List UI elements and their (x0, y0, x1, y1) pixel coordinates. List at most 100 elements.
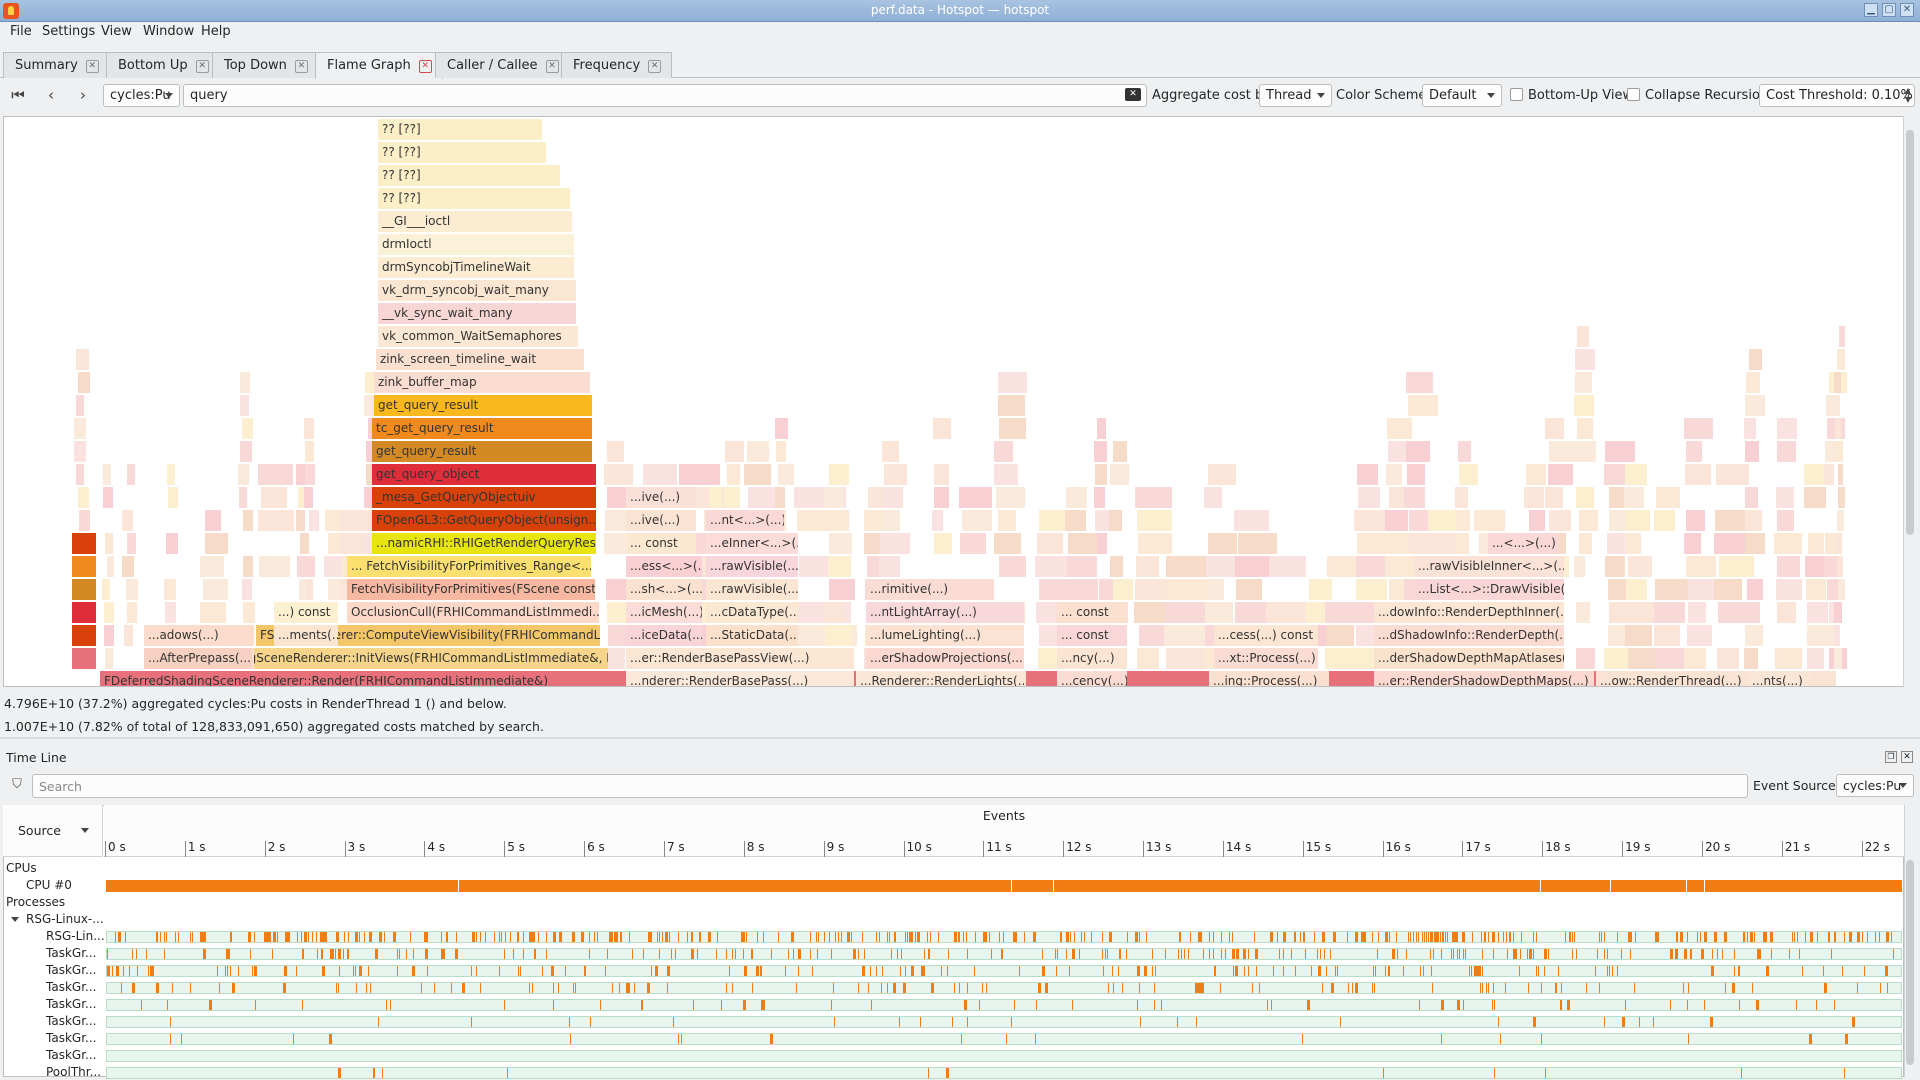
flame-frame[interactable] (240, 395, 249, 416)
flame-frame[interactable] (1134, 602, 1169, 623)
flame-frame[interactable] (998, 395, 1025, 416)
flame-frame[interactable] (1715, 510, 1746, 531)
flame-frame[interactable] (1837, 349, 1845, 370)
flame-frame[interactable]: ...sh<...>(...) (626, 579, 702, 600)
flame-frame[interactable] (1139, 625, 1165, 646)
flame-frame[interactable] (829, 579, 855, 600)
aggregate-select[interactable]: Thread (1259, 84, 1332, 107)
flame-frame[interactable] (1269, 556, 1306, 577)
flame-frame[interactable] (1745, 441, 1759, 462)
flame-frame[interactable] (1137, 648, 1159, 669)
menu-settings[interactable]: Settings (42, 24, 95, 39)
flame-frame[interactable] (1097, 533, 1107, 554)
flame-frame[interactable] (1714, 533, 1746, 554)
flame-frame[interactable] (1839, 326, 1845, 347)
flame-frame[interactable] (1746, 372, 1760, 393)
flame-frame[interactable] (1835, 441, 1843, 462)
flame-frame[interactable] (1837, 556, 1843, 577)
flame-frame-match[interactable]: __GI___ioctl (378, 211, 572, 232)
flame-frame[interactable] (261, 487, 287, 508)
expand-arrow-icon[interactable] (11, 917, 19, 922)
flame-frame[interactable] (1777, 441, 1796, 462)
flame-frame[interactable] (824, 602, 845, 623)
flame-frame[interactable] (76, 395, 84, 416)
flame-frame-match[interactable]: drmIoctl (378, 234, 574, 255)
flame-frame[interactable] (1235, 602, 1266, 623)
flame-frame[interactable] (1424, 533, 1458, 554)
flame-frame[interactable] (1386, 464, 1402, 485)
flame-frame[interactable] (1745, 625, 1763, 646)
thread-lane[interactable] (106, 931, 1902, 943)
flame-frame[interactable] (1137, 510, 1172, 531)
tab-bottom-up[interactable]: Bottom Up ✕ (106, 52, 220, 78)
flame-frame[interactable] (167, 464, 175, 485)
flame-frame[interactable] (1834, 372, 1841, 393)
flame-frame[interactable] (608, 648, 625, 669)
forward-icon[interactable]: › (73, 86, 93, 106)
tab-summary[interactable]: Summary ✕ (3, 52, 110, 78)
flame-frame[interactable] (1113, 441, 1127, 462)
timeline-row-label[interactable]: TaskGr... (46, 1014, 96, 1028)
flame-frame[interactable] (239, 487, 247, 508)
close-tab-icon[interactable]: ✕ (418, 60, 432, 73)
flame-frame[interactable] (1138, 533, 1172, 554)
flame-frame[interactable] (79, 510, 90, 531)
panel-splitter[interactable] (0, 737, 1920, 739)
flame-frame[interactable] (709, 487, 722, 508)
thread-lane[interactable] (106, 1033, 1902, 1045)
flame-frame[interactable] (1428, 510, 1459, 531)
flame-frame[interactable] (1656, 487, 1680, 508)
flame-frame[interactable] (960, 533, 986, 554)
flame-frame[interactable] (1409, 510, 1430, 531)
flame-frame[interactable] (1097, 418, 1106, 439)
timeline-row-label[interactable]: TaskGr... (46, 980, 96, 994)
flame-frame[interactable] (1095, 464, 1107, 485)
flame-frame[interactable] (1684, 648, 1706, 669)
thread-lane[interactable] (106, 948, 1902, 960)
flame-frame-match[interactable]: _mesa_GetQueryObjectuiv (372, 487, 596, 508)
timeline-row-label[interactable]: Processes (6, 895, 65, 909)
flame-frame[interactable] (607, 487, 627, 508)
timeline-row-label[interactable]: CPUs (6, 861, 37, 875)
flame-frame[interactable] (300, 533, 309, 554)
flame-frame[interactable] (304, 487, 313, 508)
flame-frame[interactable] (1388, 441, 1408, 462)
flame-frame[interactable] (1545, 487, 1563, 508)
flamegraph-scroll-thumb[interactable] (1906, 130, 1914, 535)
flame-frame[interactable] (1654, 625, 1680, 646)
flame-frame[interactable] (1777, 556, 1800, 577)
flame-frame[interactable] (1309, 579, 1332, 600)
flame-frame[interactable] (1776, 579, 1802, 600)
flame-frame[interactable] (103, 464, 111, 485)
flame-frame[interactable]: ...ess<...>(...) (626, 556, 702, 577)
flame-frame[interactable] (1824, 625, 1834, 646)
flame-frame[interactable] (1685, 464, 1711, 485)
flame-frame[interactable] (1389, 579, 1405, 600)
flame-frame[interactable]: ...er::RenderShadowDepthMaps(...) (1374, 671, 1594, 686)
flame-frame[interactable] (74, 441, 86, 462)
flame-frame[interactable] (727, 464, 740, 485)
flame-frame[interactable] (1404, 487, 1425, 508)
flame-frame[interactable] (797, 510, 849, 531)
flame-frame[interactable] (168, 487, 178, 508)
collapse-recursion-checkbox[interactable] (1627, 88, 1640, 101)
flame-frame-match[interactable]: tc_get_query_result (372, 418, 592, 439)
timeline-row-label[interactable]: TaskGr... (46, 1031, 96, 1045)
flame-frame[interactable] (1576, 602, 1590, 623)
flame-frame[interactable] (203, 579, 228, 600)
flame-frame[interactable] (1576, 487, 1594, 508)
flame-frame[interactable] (1065, 510, 1086, 531)
flame-frame[interactable] (1807, 648, 1824, 669)
flame-frame[interactable] (1457, 533, 1469, 554)
flame-frame[interactable] (1838, 487, 1845, 508)
flame-frame[interactable] (240, 441, 252, 462)
timeline-row-label[interactable]: RSG-Lin... (46, 929, 105, 943)
thread-lane[interactable] (106, 999, 1902, 1011)
flame-frame-match[interactable]: OcclusionCull(FRHICommandListImmedi... (347, 602, 599, 623)
flame-frame[interactable] (1549, 441, 1577, 462)
flame-frame[interactable]: ...ntLightArray(...) (866, 602, 1024, 623)
flame-frame[interactable]: ...dowInfo::RenderDepthInner(...) (1374, 602, 1564, 623)
flame-frame[interactable] (1068, 533, 1097, 554)
flame-frame-match[interactable]: get_query_result (372, 441, 592, 462)
flame-graph-canvas[interactable]: FDeferredShadingSceneRenderer::Render(FR… (3, 116, 1905, 687)
